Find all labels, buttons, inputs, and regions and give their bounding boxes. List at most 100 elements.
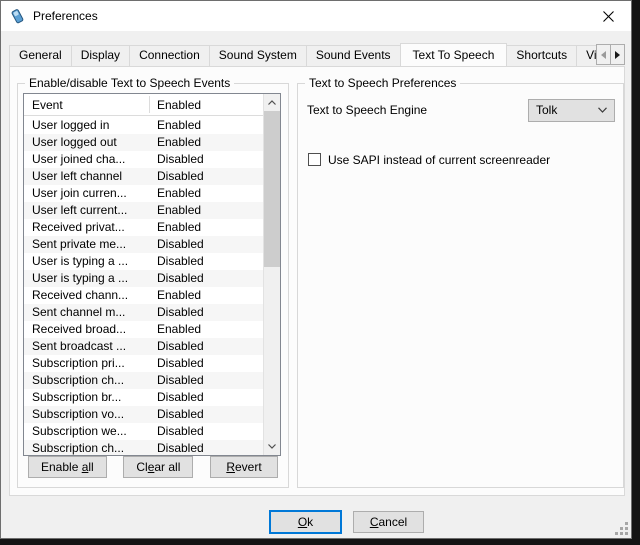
- engine-label: Text to Speech Engine: [307, 103, 427, 117]
- list-row[interactable]: User logged out Enabled: [24, 134, 263, 151]
- list-row[interactable]: User logged in Enabled: [24, 117, 263, 134]
- column-header-event[interactable]: Event: [32, 94, 63, 116]
- list-row[interactable]: User left channel Disabled: [24, 168, 263, 185]
- tab-scroll-buttons: [597, 44, 625, 65]
- preferences-dialog: Preferences GeneralDisplayConnectionSoun…: [0, 0, 632, 539]
- sapi-checkbox[interactable]: [308, 153, 321, 166]
- list-row[interactable]: Sent channel m... Disabled: [24, 304, 263, 321]
- tab[interactable]: Connection: [129, 45, 210, 66]
- event-cell: Subscription ch...: [32, 372, 124, 389]
- tab[interactable]: Shortcuts: [506, 45, 577, 66]
- event-cell: Sent broadcast ...: [32, 338, 126, 355]
- cancel-button[interactable]: Cancel: [353, 511, 424, 533]
- close-icon: [603, 11, 614, 22]
- enabled-cell: Enabled: [157, 117, 201, 134]
- list-row[interactable]: Subscription ch... Disabled: [24, 440, 263, 455]
- list-row[interactable]: User joined cha... Disabled: [24, 151, 263, 168]
- tab[interactable]: Sound Events: [306, 45, 401, 66]
- enabled-cell: Disabled: [157, 151, 204, 168]
- event-cell: Sent channel m...: [32, 304, 125, 321]
- event-cell: Received chann...: [32, 287, 128, 304]
- list-row[interactable]: Received broad... Enabled: [24, 321, 263, 338]
- list-row[interactable]: User is typing a ... Disabled: [24, 253, 263, 270]
- window-title: Preferences: [33, 9, 98, 23]
- list-button-row: Enable all Clear all Revert: [28, 456, 278, 478]
- revert-button[interactable]: Revert: [210, 456, 278, 478]
- tts-preferences-group-title: Text to Speech Preferences: [305, 76, 460, 90]
- engine-selected-value: Tolk: [536, 103, 557, 117]
- enabled-cell: Disabled: [157, 236, 204, 253]
- close-button[interactable]: [586, 1, 631, 31]
- enabled-cell: Disabled: [157, 270, 204, 287]
- dialog-footer: Ok Cancel: [1, 496, 631, 538]
- app-icon: [9, 8, 26, 25]
- enabled-cell: Disabled: [157, 304, 204, 321]
- enabled-cell: Enabled: [157, 321, 201, 338]
- enabled-cell: Disabled: [157, 423, 204, 440]
- list-row[interactable]: User is typing a ... Disabled: [24, 270, 263, 287]
- title-bar[interactable]: Preferences: [1, 1, 631, 31]
- tab-page-text-to-speech: Enable/disable Text to Speech Events Eve…: [9, 66, 625, 496]
- event-cell: User logged in: [32, 117, 109, 134]
- list-row[interactable]: Subscription we... Disabled: [24, 423, 263, 440]
- enabled-cell: Disabled: [157, 440, 204, 455]
- event-cell: User left channel: [32, 168, 122, 185]
- tab-strip: GeneralDisplayConnectionSound SystemSoun…: [9, 42, 625, 66]
- list-row[interactable]: Received privat... Enabled: [24, 219, 263, 236]
- tab-scroll-right-button[interactable]: [610, 44, 625, 65]
- sapi-checkbox-label: Use SAPI instead of current screenreader: [328, 153, 550, 167]
- ok-button[interactable]: Ok: [269, 510, 342, 534]
- event-cell: User joined cha...: [32, 151, 125, 168]
- tts-events-group-title: Enable/disable Text to Speech Events: [25, 76, 234, 90]
- event-cell: Subscription we...: [32, 423, 127, 440]
- enable-all-button[interactable]: Enable all: [28, 456, 107, 478]
- enabled-cell: Disabled: [157, 406, 204, 423]
- tts-engine-select[interactable]: Tolk: [528, 99, 615, 122]
- scrollbar-up-button[interactable]: [264, 94, 280, 111]
- enabled-cell: Enabled: [157, 202, 201, 219]
- list-scrollbar[interactable]: [263, 94, 280, 455]
- column-header-enabled[interactable]: Enabled: [157, 94, 201, 116]
- event-cell: User join curren...: [32, 185, 127, 202]
- triangle-left-icon: [601, 51, 606, 59]
- scrollbar-thumb[interactable]: [264, 111, 280, 267]
- scrollbar-down-button[interactable]: [264, 438, 280, 455]
- enabled-cell: Enabled: [157, 185, 201, 202]
- tab[interactable]: Text To Speech: [400, 43, 508, 66]
- enabled-cell: Enabled: [157, 219, 201, 236]
- clear-all-button[interactable]: Clear all: [123, 456, 193, 478]
- list-row[interactable]: Received chann... Enabled: [24, 287, 263, 304]
- enabled-cell: Enabled: [157, 134, 201, 151]
- sapi-checkbox-row[interactable]: Use SAPI instead of current screenreader: [308, 152, 550, 167]
- list-row[interactable]: Subscription vo... Disabled: [24, 406, 263, 423]
- tts-events-list[interactable]: Event Enabled User logged in Enabled Use…: [23, 93, 281, 456]
- list-row[interactable]: Subscription br... Disabled: [24, 389, 263, 406]
- chevron-down-icon: [598, 107, 607, 113]
- tab[interactable]: Display: [71, 45, 130, 66]
- event-cell: Subscription pri...: [32, 355, 125, 372]
- list-row[interactable]: User left current... Enabled: [24, 202, 263, 219]
- event-cell: Received broad...: [32, 321, 126, 338]
- list-row[interactable]: User join curren... Enabled: [24, 185, 263, 202]
- event-cell: User is typing a ...: [32, 270, 128, 287]
- list-row[interactable]: Subscription ch... Disabled: [24, 372, 263, 389]
- tab[interactable]: General: [9, 45, 72, 66]
- chevron-up-icon: [268, 100, 276, 105]
- list-header[interactable]: Event Enabled: [24, 94, 263, 116]
- resize-grip[interactable]: [614, 521, 628, 535]
- tab[interactable]: Sound System: [209, 45, 307, 66]
- event-cell: User logged out: [32, 134, 117, 151]
- column-divider: [149, 96, 150, 113]
- tab-scroll-left-button[interactable]: [596, 44, 611, 65]
- list-row[interactable]: Sent private me... Disabled: [24, 236, 263, 253]
- event-cell: Sent private me...: [32, 236, 126, 253]
- enabled-cell: Disabled: [157, 389, 204, 406]
- event-cell: User left current...: [32, 202, 127, 219]
- enabled-cell: Disabled: [157, 168, 204, 185]
- tts-events-group: Enable/disable Text to Speech Events Eve…: [17, 83, 289, 488]
- list-row[interactable]: Subscription pri... Disabled: [24, 355, 263, 372]
- enabled-cell: Disabled: [157, 372, 204, 389]
- enabled-cell: Disabled: [157, 338, 204, 355]
- tts-preferences-group: Text to Speech Preferences Text to Speec…: [297, 83, 624, 488]
- list-row[interactable]: Sent broadcast ... Disabled: [24, 338, 263, 355]
